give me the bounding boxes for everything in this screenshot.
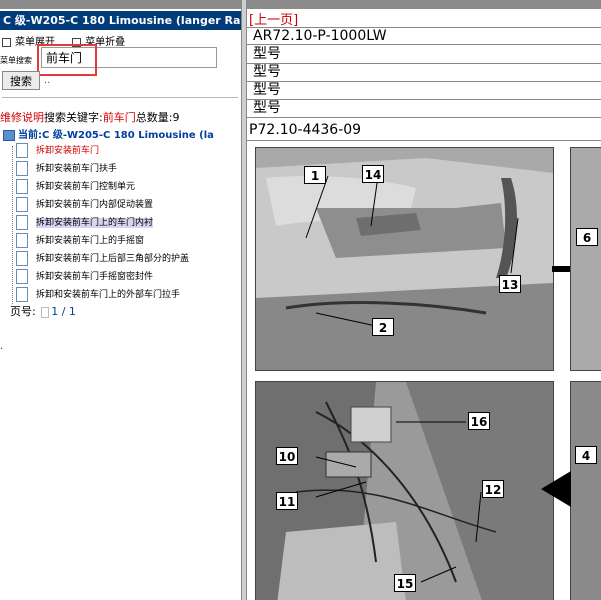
tree-item[interactable]: 拆卸和安装前车门上的外部车门拉手 bbox=[16, 286, 180, 304]
page-label: 页号: bbox=[10, 305, 36, 318]
document-icon bbox=[16, 251, 28, 266]
callout-10: 10 bbox=[276, 447, 298, 465]
callout-14: 14 bbox=[362, 165, 384, 183]
page-checkbox-icon bbox=[41, 306, 50, 318]
tree-item[interactable]: 拆卸安装前车门上的手摇窗 bbox=[16, 232, 144, 250]
right-panel: [上一页] AR72.10-P-1000LW 型号 型号 型号 型号 P72.1… bbox=[247, 9, 601, 600]
door-interior-figure: 16 10 11 12 15 bbox=[255, 381, 554, 600]
summary-prefix: 维修说明 bbox=[0, 111, 44, 124]
arrow-connector bbox=[552, 266, 570, 272]
window-top-strip bbox=[0, 0, 601, 9]
tree-item[interactable]: 拆卸安装前车门手摇窗密封件 bbox=[16, 268, 153, 286]
callout-11: 11 bbox=[276, 492, 298, 510]
page-indicator: 页号: 1 / 1 bbox=[10, 303, 76, 319]
vehicle-title: C 级-W205-C 180 Limousine (langer Rads bbox=[0, 11, 241, 30]
result-tree: 拆卸安装前车门 拆卸安装前车门扶手 拆卸安装前车门控制单元 拆卸安装前车门内部促… bbox=[6, 142, 241, 312]
type-row: 型号 bbox=[247, 46, 601, 64]
expand-icon bbox=[2, 37, 11, 47]
search-summary: 维修说明搜索关键字:前车门总数量:9 bbox=[0, 109, 179, 125]
callout-15: 15 bbox=[394, 574, 416, 592]
search-label: 菜单搜索 bbox=[0, 56, 32, 65]
door-trim-illustration bbox=[256, 148, 553, 370]
document-icon bbox=[16, 287, 28, 302]
collapse-icon bbox=[72, 37, 82, 47]
summary-count-label: 总数量: bbox=[135, 111, 173, 124]
document-icon bbox=[16, 269, 28, 284]
footer-link[interactable]: . bbox=[0, 341, 3, 352]
document-icon bbox=[16, 143, 28, 158]
document-icon bbox=[16, 161, 28, 176]
search-input[interactable] bbox=[41, 47, 217, 68]
type-row: 型号 bbox=[247, 64, 601, 82]
summary-keyword: 前车门 bbox=[102, 111, 136, 124]
document-icon bbox=[16, 233, 28, 248]
current-node[interactable]: 当前:C 级-W205-C 180 Limousine (la bbox=[3, 126, 214, 141]
callout-6: 6 bbox=[576, 228, 598, 246]
tree-item[interactable]: 拆卸安装前车门内部促动装置 bbox=[16, 196, 153, 214]
previous-page-link[interactable]: [上一页] bbox=[249, 9, 298, 28]
door-trim-figure: 1 14 13 2 bbox=[255, 147, 554, 371]
callout-12: 12 bbox=[482, 480, 504, 498]
tree-connector bbox=[12, 146, 14, 304]
summary-keyword-label: 搜索关键字: bbox=[44, 111, 103, 124]
document-icon bbox=[16, 179, 28, 194]
callout-2: 2 bbox=[372, 318, 394, 336]
menu-toggle-row: 菜单展开 菜单折叠 bbox=[2, 33, 139, 48]
search-button[interactable]: 搜索 bbox=[2, 71, 40, 90]
computer-icon bbox=[3, 129, 15, 141]
ellipsis-text: .. bbox=[44, 75, 51, 86]
tree-item[interactable]: 拆卸安装前车门扶手 bbox=[16, 160, 117, 178]
document-code: AR72.10-P-1000LW bbox=[247, 27, 601, 45]
arrow-right-icon bbox=[541, 471, 571, 507]
document-icon bbox=[16, 215, 28, 230]
page-value: 1 / 1 bbox=[51, 305, 76, 318]
tree-item-selected[interactable]: 拆卸安装前车门上的车门内衬 bbox=[16, 214, 154, 232]
tree-item[interactable]: 拆卸安装前车门 bbox=[16, 142, 99, 160]
callout-4: 4 bbox=[575, 446, 597, 464]
left-panel: C 级-W205-C 180 Limousine (langer Rads 菜单… bbox=[0, 9, 241, 600]
door-interior-illustration bbox=[256, 382, 553, 600]
tree-item[interactable]: 拆卸安装前车门上后部三角部分的护盖 bbox=[16, 250, 189, 268]
tree-item[interactable]: 拆卸安装前车门控制单元 bbox=[16, 178, 135, 196]
document-icon bbox=[16, 197, 28, 212]
door-lower-figure: 4 bbox=[570, 381, 601, 600]
divider bbox=[2, 97, 238, 98]
callout-16: 16 bbox=[468, 412, 490, 430]
callout-13: 13 bbox=[499, 275, 521, 293]
image-code: P72.10-4436-09 bbox=[249, 122, 362, 138]
type-row: 型号 bbox=[247, 82, 601, 100]
callout-1: 1 bbox=[304, 166, 326, 184]
door-side-figure: 6 bbox=[570, 147, 601, 371]
summary-count: 9 bbox=[172, 111, 180, 124]
image-divider bbox=[247, 140, 601, 141]
type-row: 型号 bbox=[247, 100, 601, 118]
